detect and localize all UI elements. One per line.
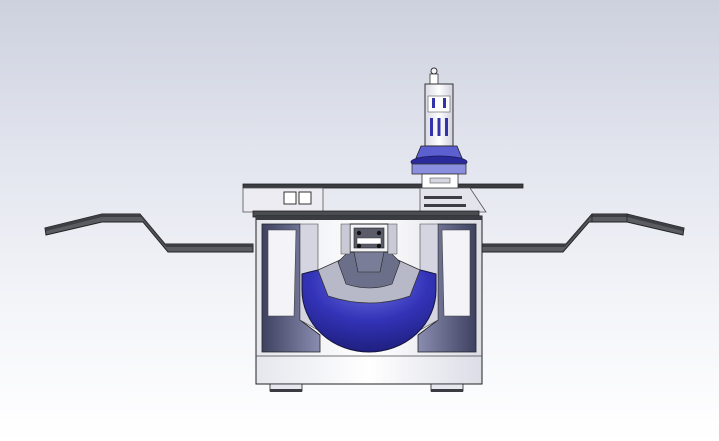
right-foot [430,383,464,392]
left-foot [269,383,303,392]
top-deck[interactable] [242,183,524,218]
left-wing-plate[interactable] [44,213,254,253]
cad-model [44,67,685,392]
cad-viewport[interactable] [0,0,719,441]
right-wing-plate[interactable] [477,213,685,253]
